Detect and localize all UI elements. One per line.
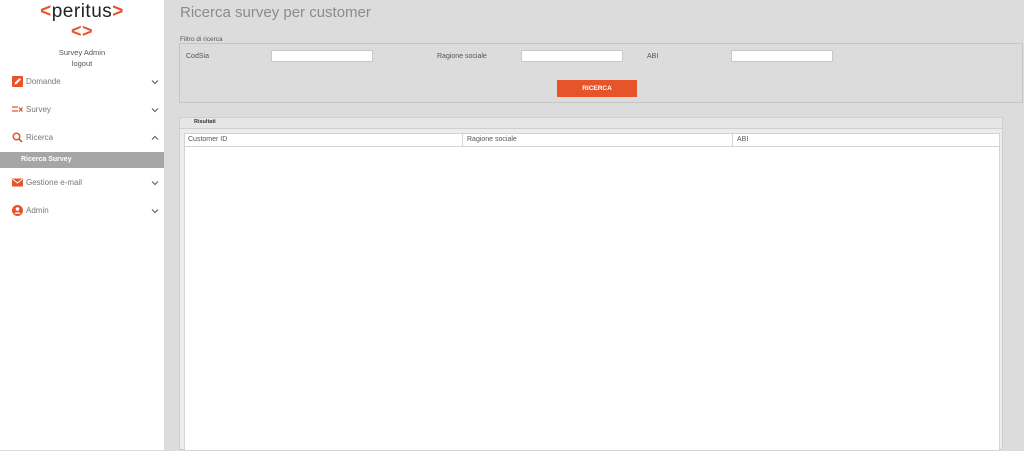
chevron-down-icon xyxy=(150,77,160,87)
column-header-ragione-sociale[interactable]: Ragione sociale xyxy=(463,134,733,146)
checklist-icon xyxy=(12,104,23,115)
table-header: Customer ID Ragione sociale ABI xyxy=(185,134,999,147)
sidebar-item-label: Survey xyxy=(26,105,51,114)
sidebar-item-label: Ricerca xyxy=(26,133,54,142)
logo-bracket-right: > xyxy=(112,1,124,22)
column-header-abi[interactable]: ABI xyxy=(733,134,999,146)
user-name: Survey Admin xyxy=(58,48,106,57)
sidebar-item-survey[interactable]: Survey xyxy=(0,100,164,120)
ragione-sociale-input[interactable] xyxy=(521,50,623,62)
sidebar-item-admin[interactable]: Admin xyxy=(0,201,164,221)
abi-input[interactable] xyxy=(731,50,833,62)
chevron-down-icon xyxy=(150,178,160,188)
sidebar-subitem-label: Ricerca Survey xyxy=(21,156,72,163)
logo-word: peritus xyxy=(51,1,113,22)
page-title: Ricerca survey per customer xyxy=(180,4,371,21)
sidebar-item-label: Domande xyxy=(26,77,61,86)
peritus-logo: <peritus> <> xyxy=(0,1,164,41)
logo-bracket-left: < xyxy=(40,1,52,22)
codsia-input[interactable] xyxy=(271,50,373,62)
logout-link[interactable]: logout xyxy=(0,58,164,69)
chevron-up-icon xyxy=(150,133,160,143)
results-tab[interactable]: Risultati xyxy=(180,118,1002,129)
chevron-down-icon xyxy=(150,206,160,216)
pencil-icon xyxy=(12,76,23,87)
sidebar-item-label: Admin xyxy=(26,206,49,215)
codsia-label: CodSia xyxy=(186,53,209,60)
results-panel: Risultati Customer ID Ragione sociale AB… xyxy=(179,117,1003,451)
sidebar-item-ricerca[interactable]: Ricerca xyxy=(0,128,164,148)
column-header-customer-id[interactable]: Customer ID xyxy=(185,134,463,146)
results-tab-label: Risultati xyxy=(194,119,216,125)
envelope-icon xyxy=(12,177,23,188)
chevron-down-icon xyxy=(150,105,160,115)
sidebar-item-domande[interactable]: Domande xyxy=(0,72,164,92)
search-icon xyxy=(12,132,23,143)
sidebar: <peritus> <> Survey Admin logout Domande… xyxy=(0,0,164,450)
ricerca-button[interactable]: RICERCA xyxy=(557,80,637,97)
abi-label: ABI xyxy=(647,53,659,60)
ragione-sociale-label: Ragione sociale xyxy=(437,53,487,60)
logo-mark: <> xyxy=(70,21,94,41)
filter-legend: Filtro di ricerca xyxy=(180,36,223,43)
sidebar-item-label: Gestione e-mail xyxy=(26,178,83,187)
user-circle-icon xyxy=(12,205,23,216)
user-box: Survey Admin logout xyxy=(0,47,164,69)
search-filter-box: CodSia Ragione sociale ABI RICERCA xyxy=(179,43,1023,103)
results-table: Customer ID Ragione sociale ABI xyxy=(184,133,1000,451)
sidebar-subitem-ricerca-survey[interactable]: Ricerca Survey xyxy=(0,152,164,168)
sidebar-item-gestione-email[interactable]: Gestione e-mail xyxy=(0,173,164,193)
